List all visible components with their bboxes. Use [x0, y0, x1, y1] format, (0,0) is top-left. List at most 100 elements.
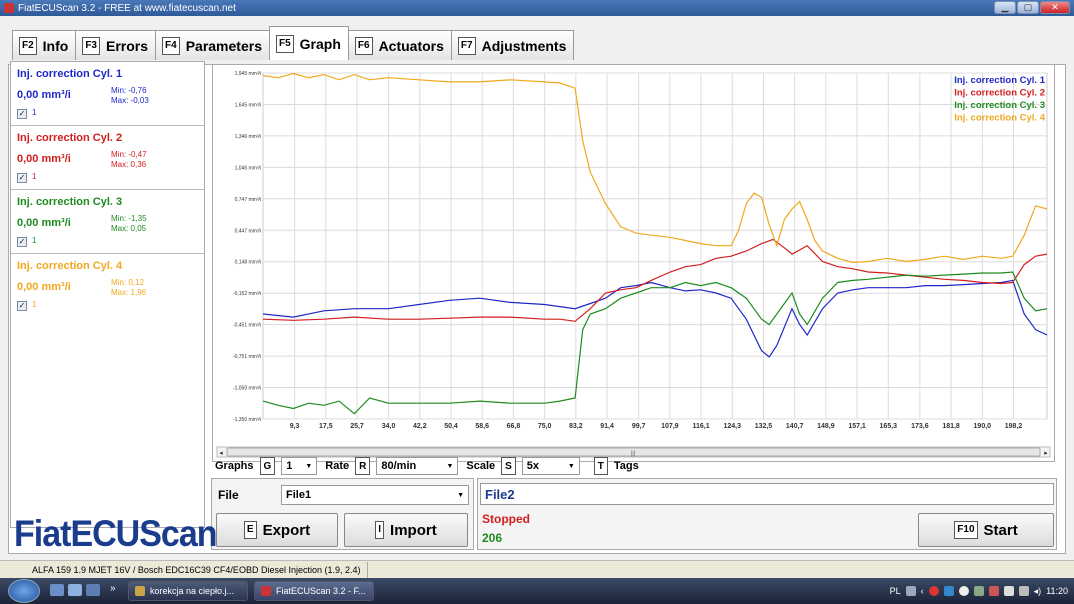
taskbar-item-image[interactable]: korekcja na ciepło.j...	[128, 581, 248, 601]
status-text: Stopped	[482, 512, 530, 526]
close-button[interactable]: ✕	[1040, 1, 1070, 14]
channel-max: Max: 0,36	[111, 160, 147, 169]
tab-parameters[interactable]: F4 Parameters	[155, 30, 270, 60]
network-icon[interactable]	[958, 586, 969, 596]
channel-checkbox[interactable]: ✓	[17, 109, 27, 119]
channel-checkbox[interactable]: ✓	[17, 173, 27, 183]
x-tick-label: 34,0	[382, 423, 396, 430]
chevron-down-icon: ▼	[305, 462, 313, 470]
alert-icon[interactable]	[988, 586, 999, 596]
tab-label: Parameters	[185, 37, 262, 54]
power-icon[interactable]	[1018, 586, 1029, 596]
status-bar: ALFA 159 1.9 MJET 16V / Bosch EDC16C39 C…	[0, 560, 1074, 578]
rate-select[interactable]: 80/min ▼	[376, 457, 459, 475]
taskbar: » korekcja na ciepło.j... FiatECUScan 3.…	[0, 578, 1074, 604]
volume-icon[interactable]: ◂)	[1034, 586, 1042, 597]
shield-icon[interactable]	[928, 586, 939, 596]
legend-item: Inj. correction Cyl. 1	[954, 75, 1046, 86]
channel-max: Max: 1,96	[111, 288, 147, 297]
checkbox-label: 1	[32, 108, 37, 117]
maximize-button[interactable]: ▢	[1017, 1, 1039, 14]
vehicle-info: ALFA 159 1.9 MJET 16V / Bosch EDC16C39 C…	[0, 561, 368, 578]
import-key: I	[375, 521, 385, 539]
tab-adjustments[interactable]: F7 Adjustments	[450, 30, 575, 60]
channel-checkbox[interactable]: ✓	[17, 237, 27, 247]
channel-1: Inj. correction Cyl. 1 0,00 mm³/i Min: -…	[11, 62, 204, 126]
scale-select[interactable]: 5x ▼	[521, 457, 580, 475]
checkbox-label: 1	[32, 236, 37, 245]
battery-icon[interactable]	[1003, 586, 1014, 596]
y-tick-label: 1,945 mm³/i	[235, 71, 261, 77]
language-indicator[interactable]: PL	[890, 586, 901, 596]
tab-key: F6	[354, 36, 373, 55]
export-button[interactable]: E Export	[216, 513, 338, 547]
window-title: FiatECUScan 3.2 - FREE at www.fiatecusca…	[18, 2, 236, 14]
tab-bar: F2 Info F3 Errors F4 Parameters F5 Graph F6 A…	[12, 26, 575, 60]
import-button[interactable]: I Import	[344, 513, 468, 547]
x-tick-label: 50,4	[444, 423, 458, 430]
channel-3: Inj. correction Cyl. 3 0,00 mm³/i Min: -…	[11, 190, 204, 254]
tab-actuators[interactable]: F6 Actuators	[347, 30, 452, 60]
bluetooth-icon[interactable]	[943, 586, 954, 596]
file2-value: File2	[485, 487, 515, 502]
app-logo: FiatECUScan	[14, 513, 217, 555]
x-tick-label: 173,6	[911, 423, 929, 430]
scale-label: Scale	[466, 460, 496, 472]
tab-graph[interactable]: F5 Graph	[268, 26, 349, 60]
channel-4: Inj. correction Cyl. 4 0,00 mm³/i Min: 0…	[11, 254, 204, 318]
x-tick-label: 25,7	[350, 423, 364, 430]
channel-min: Min: 0,12	[111, 278, 144, 287]
checkbox-label: 1	[32, 172, 37, 181]
tab-key: F7	[457, 36, 476, 55]
graphs-value: 1	[286, 460, 293, 472]
start-button[interactable]: F10 Start	[918, 513, 1054, 547]
taskbar-item-fiatecuscan[interactable]: FiatECUScan 3.2 - F...	[254, 581, 374, 601]
start-button-icon[interactable]	[8, 579, 40, 603]
main-client: F2 Info F3 Errors F4 Parameters F5 Graph F6 A…	[0, 16, 1074, 560]
y-tick-label: 1,346 mm³/i	[235, 134, 261, 140]
x-tick-label: 190,0	[974, 423, 992, 430]
channel-max: Max: 0,05	[111, 224, 147, 233]
scroll-right-icon[interactable]: ▸	[1044, 450, 1048, 457]
scale-key: S	[501, 457, 516, 475]
x-tick-label: 83,2	[569, 423, 583, 430]
tags-key[interactable]: T	[593, 457, 608, 475]
minimize-button[interactable]: ▁	[994, 1, 1016, 14]
channel-name: Inj. correction Cyl. 1	[17, 68, 123, 80]
app-launch-icon[interactable]	[86, 584, 100, 596]
taskbar-item-label: korekcja na ciepło.j...	[150, 586, 235, 596]
file-select[interactable]: File1 ▼	[281, 485, 469, 505]
y-tick-label: -0,451 mm³/i	[233, 323, 261, 329]
y-tick-label: -0,152 mm³/i	[233, 291, 261, 297]
tab-info[interactable]: F2 Info	[12, 30, 77, 60]
tab-errors[interactable]: F3 Errors	[75, 30, 157, 60]
tab-label: Graph	[299, 35, 341, 52]
file2-field[interactable]: File2	[480, 483, 1054, 505]
channel-2: Inj. correction Cyl. 2 0,00 mm³/i Min: -…	[11, 126, 204, 190]
channel-name: Inj. correction Cyl. 2	[17, 132, 123, 144]
app-icon	[4, 3, 14, 13]
clock[interactable]: 11:20	[1046, 586, 1068, 596]
channel-name: Inj. correction Cyl. 3	[17, 196, 123, 208]
channel-value: 0,00 mm³/i	[17, 89, 71, 101]
plot-area	[262, 72, 1048, 420]
desktop-icon[interactable]	[50, 584, 64, 596]
x-tick-label: 132,5	[755, 423, 773, 430]
chevron-left-icon[interactable]: ‹	[921, 586, 924, 596]
overflow-chevron-icon[interactable]: »	[110, 583, 116, 594]
rate-value: 80/min	[381, 460, 417, 472]
channel-name: Inj. correction Cyl. 4	[17, 260, 123, 272]
explorer-icon[interactable]	[68, 584, 82, 596]
tab-key: F5	[275, 34, 294, 53]
tab-key: F4	[162, 36, 180, 55]
export-key: E	[243, 521, 257, 539]
channel-checkbox[interactable]: ✓	[17, 301, 27, 311]
x-tick-label: 42,2	[413, 423, 427, 430]
channel-list: Inj. correction Cyl. 1 0,00 mm³/i Min: -…	[10, 61, 205, 528]
graphs-select[interactable]: 1 ▼	[281, 457, 318, 475]
x-tick-label: 17,5	[319, 423, 333, 430]
fiatecuscan-icon	[261, 586, 271, 596]
app-tray-icon[interactable]	[973, 586, 984, 596]
keyboard-icon[interactable]	[905, 586, 916, 596]
tab-label: Adjustments	[481, 37, 567, 54]
